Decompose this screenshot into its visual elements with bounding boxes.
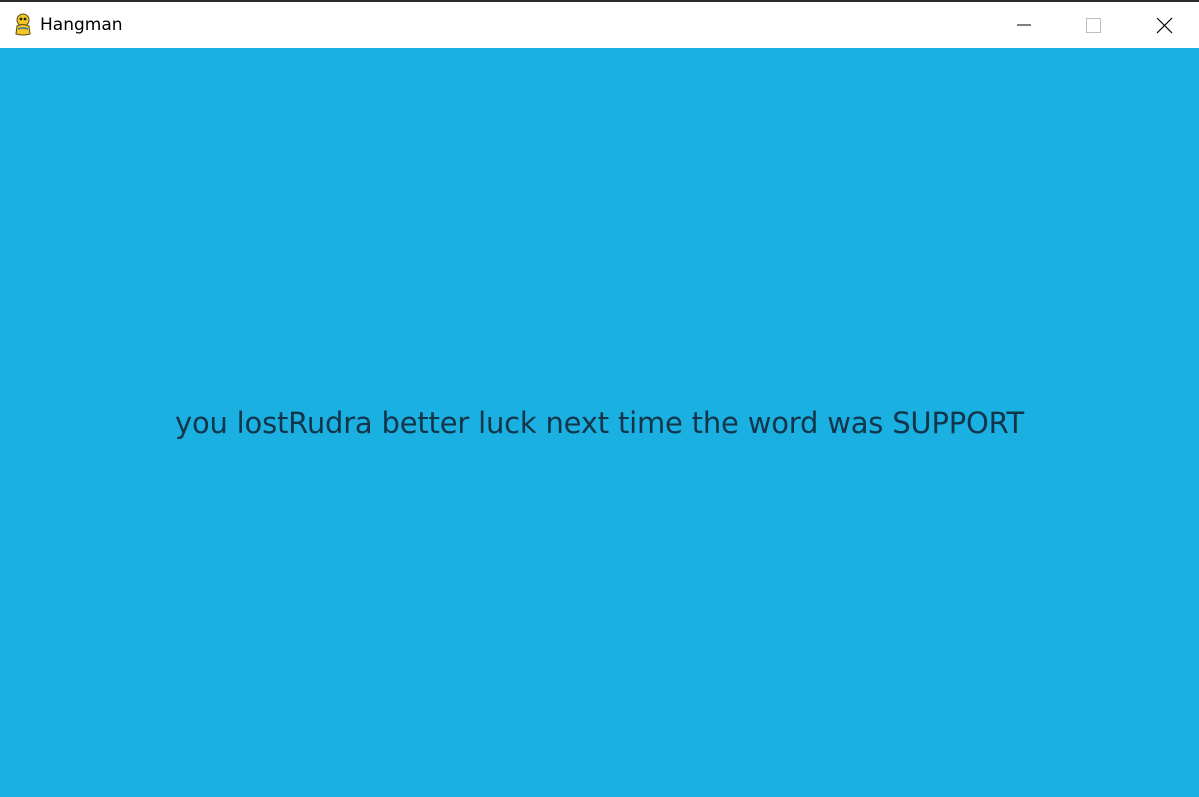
window-title: Hangman xyxy=(40,15,123,35)
app-window: Hangman you lostRudra better luck next t… xyxy=(0,0,1199,797)
game-canvas[interactable]: you lostRudra better luck next time the … xyxy=(0,48,1199,797)
pygame-snake-icon xyxy=(12,12,34,36)
game-over-message: you lostRudra better luck next time the … xyxy=(174,406,1024,440)
minimize-button[interactable] xyxy=(1000,2,1046,48)
close-icon xyxy=(1156,17,1173,34)
minimize-icon xyxy=(1017,24,1031,26)
maximize-icon xyxy=(1086,18,1101,33)
close-button[interactable] xyxy=(1141,2,1187,48)
maximize-button[interactable] xyxy=(1070,2,1116,48)
title-bar[interactable]: Hangman xyxy=(0,2,1199,48)
